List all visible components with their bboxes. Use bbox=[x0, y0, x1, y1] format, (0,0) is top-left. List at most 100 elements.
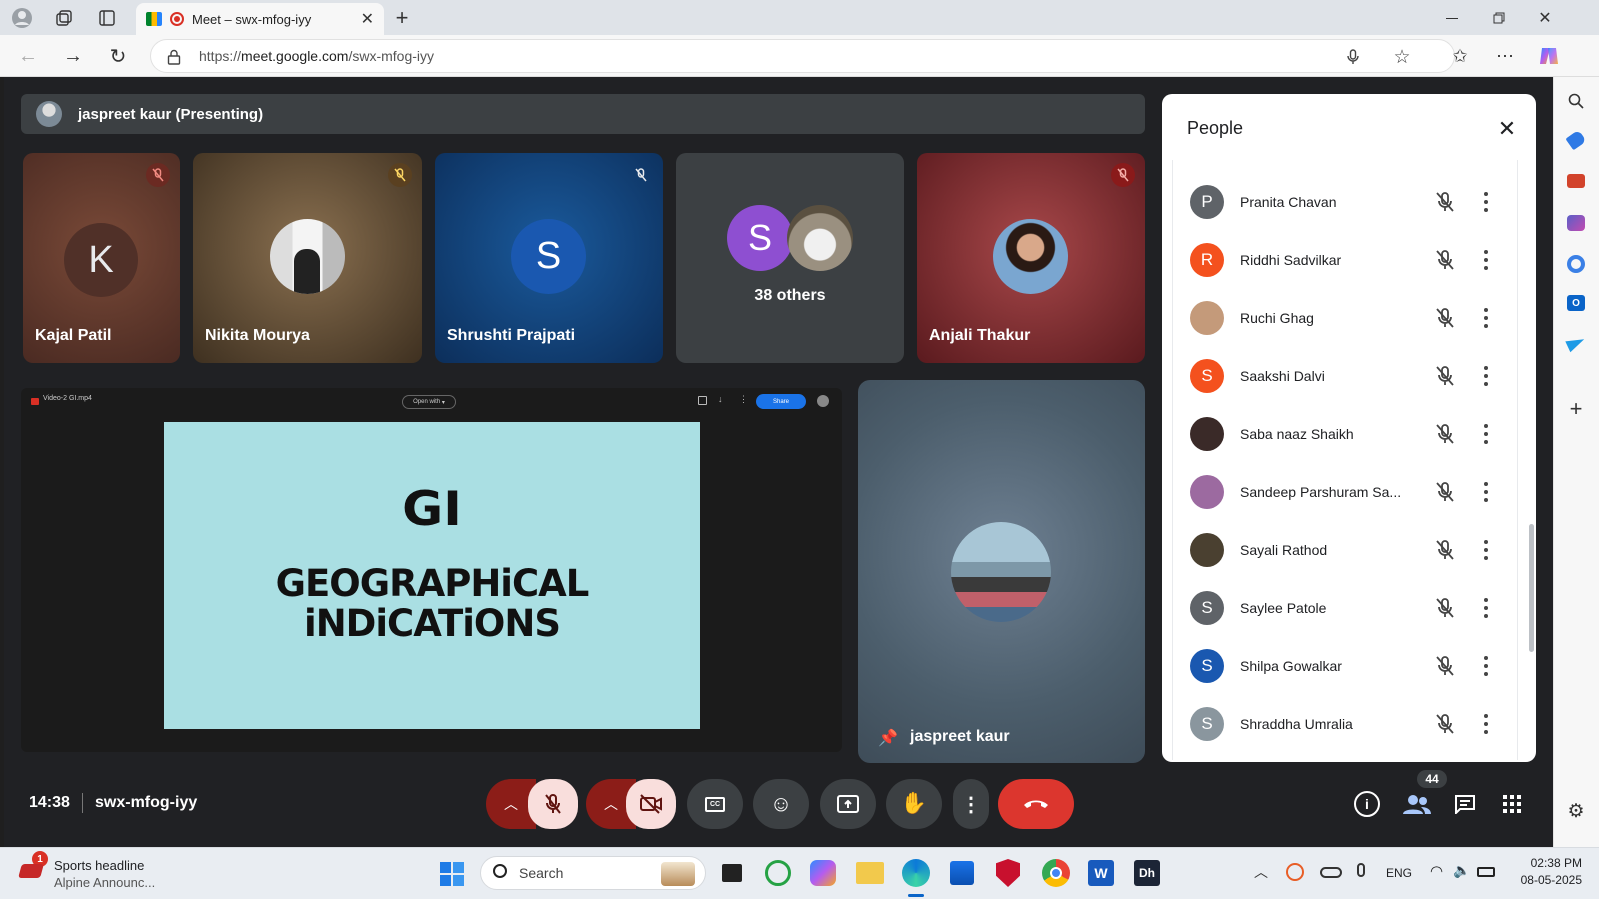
start-icon[interactable] bbox=[440, 862, 464, 886]
reload-icon[interactable]: ↻ bbox=[106, 44, 130, 68]
add-sidebar-icon[interactable]: + bbox=[1564, 396, 1588, 421]
mic-off-icon[interactable] bbox=[1433, 712, 1457, 736]
mic-off-icon[interactable] bbox=[1433, 654, 1457, 678]
meeting-info-icon[interactable]: i bbox=[1354, 791, 1380, 817]
onedrive-icon[interactable] bbox=[1320, 867, 1342, 878]
more-options-icon[interactable]: ⋯ bbox=[1493, 44, 1517, 68]
copilot-app-icon[interactable] bbox=[810, 860, 836, 886]
more-vert-icon[interactable] bbox=[1483, 192, 1489, 212]
participant-row[interactable]: S Saakshi Dalvi bbox=[1190, 354, 1510, 398]
forward-icon[interactable]: → bbox=[61, 44, 85, 68]
word-icon[interactable]: W bbox=[1088, 860, 1114, 886]
scrollbar[interactable] bbox=[1529, 524, 1534, 652]
back-icon[interactable]: ← bbox=[16, 44, 40, 68]
leave-call-button[interactable] bbox=[998, 779, 1074, 829]
close-tab-icon[interactable]: ✕ bbox=[361, 9, 374, 29]
mic-off-icon[interactable] bbox=[1433, 190, 1457, 214]
presentation-stage[interactable]: Video-2 GI.mp4 Open with ▾ ↓ ⋮ Share GI … bbox=[21, 388, 842, 752]
others-tile[interactable]: S 38 others bbox=[676, 153, 904, 363]
close-window-icon[interactable]: ✕ bbox=[1533, 6, 1557, 30]
file-explorer-icon[interactable] bbox=[856, 862, 884, 884]
favorite-star-icon[interactable]: ☆ bbox=[1391, 46, 1413, 68]
participant-tile[interactable]: Nikita Mourya bbox=[193, 153, 422, 363]
mic-off-icon[interactable] bbox=[1433, 306, 1457, 330]
favorites-icon[interactable]: ✩ bbox=[1448, 44, 1472, 68]
tools-icon[interactable] bbox=[1567, 174, 1585, 188]
more-vert-icon[interactable] bbox=[1483, 424, 1489, 444]
participant-row[interactable]: Ruchi Ghag bbox=[1190, 296, 1510, 340]
participant-row[interactable]: Saba naaz Shaikh bbox=[1190, 412, 1510, 456]
mic-off-icon[interactable] bbox=[1433, 422, 1457, 446]
restore-icon[interactable] bbox=[1487, 6, 1511, 30]
more-vert-icon[interactable] bbox=[1483, 482, 1489, 502]
more-vert-icon[interactable] bbox=[1483, 308, 1489, 328]
raise-hand-button[interactable]: ✋ bbox=[886, 779, 942, 829]
wifi-icon[interactable]: ◠ bbox=[1430, 862, 1443, 880]
mic-toggle-button[interactable] bbox=[528, 779, 578, 829]
clock-time[interactable]: 02:38 PM bbox=[1514, 856, 1582, 870]
participant-row[interactable]: S Shilpa Gowalkar bbox=[1190, 644, 1510, 688]
more-icon[interactable]: ⋮ bbox=[739, 394, 748, 405]
mic-permission-icon[interactable] bbox=[1343, 47, 1363, 67]
mic-off-icon[interactable] bbox=[1433, 538, 1457, 562]
participant-row[interactable]: P Pranita Chavan bbox=[1190, 180, 1510, 224]
volume-icon[interactable]: 🔈 bbox=[1453, 862, 1470, 879]
store-icon[interactable] bbox=[950, 861, 974, 885]
edge-icon[interactable] bbox=[902, 859, 930, 887]
whatsapp-icon[interactable] bbox=[765, 860, 791, 886]
tab-meet[interactable]: Meet – swx-mfog-iyy ✕ bbox=[136, 3, 384, 35]
activities-icon[interactable] bbox=[1503, 795, 1521, 813]
app-dh-icon[interactable]: Dh bbox=[1134, 860, 1160, 886]
more-vert-icon[interactable] bbox=[1483, 366, 1489, 386]
captions-button[interactable]: CC bbox=[687, 779, 743, 829]
participant-row[interactable]: S Saylee Patole bbox=[1190, 586, 1510, 630]
copilot-icon[interactable] bbox=[1535, 42, 1563, 70]
task-view-icon[interactable] bbox=[722, 864, 742, 882]
participant-row[interactable]: S Shraddha Umralia bbox=[1190, 702, 1510, 746]
participant-row[interactable]: Sandeep Parshuram Sa... bbox=[1190, 470, 1510, 514]
send-icon[interactable] bbox=[1565, 333, 1587, 353]
tray-chevron-icon[interactable]: ︿ bbox=[1254, 862, 1268, 882]
participant-tile[interactable]: K Kajal Patil bbox=[23, 153, 180, 363]
close-panel-icon[interactable]: ✕ bbox=[1494, 116, 1520, 142]
chrome-icon[interactable] bbox=[1042, 859, 1070, 887]
shopping-tag-icon[interactable] bbox=[1565, 129, 1587, 151]
share-button[interactable]: Share bbox=[756, 394, 806, 409]
minimize-icon[interactable] bbox=[1440, 6, 1464, 30]
clock-date[interactable]: 08-05-2025 bbox=[1510, 873, 1582, 887]
download-icon[interactable]: ↓ bbox=[718, 394, 723, 404]
pinned-tile[interactable]: 📌 jaspreet kaur bbox=[858, 380, 1145, 763]
mic-off-icon[interactable] bbox=[1433, 248, 1457, 272]
workspaces-icon[interactable] bbox=[52, 6, 76, 30]
url-input[interactable]: https://meet.google.com/swx-mfog-iyy ☆ bbox=[150, 39, 1455, 73]
mcafee-icon[interactable] bbox=[996, 859, 1020, 887]
participant-row[interactable]: R Riddhi Sadvilkar bbox=[1190, 238, 1510, 282]
camera-toggle-button[interactable] bbox=[626, 779, 676, 829]
tab-actions-icon[interactable] bbox=[95, 6, 119, 30]
profile-icon[interactable] bbox=[10, 6, 34, 30]
more-vert-icon[interactable] bbox=[1483, 714, 1489, 734]
open-with-button[interactable]: Open with ▾ bbox=[402, 395, 456, 409]
participant-tile[interactable]: Anjali Thakur bbox=[917, 153, 1145, 363]
mic-off-icon[interactable] bbox=[1433, 364, 1457, 388]
battery-icon[interactable] bbox=[1477, 867, 1495, 877]
settings-icon[interactable]: ⚙ bbox=[1564, 799, 1588, 823]
more-vert-icon[interactable] bbox=[1483, 656, 1489, 676]
more-options-button[interactable]: ⋮ bbox=[953, 779, 989, 829]
comment-icon[interactable] bbox=[698, 396, 707, 405]
more-vert-icon[interactable] bbox=[1483, 540, 1489, 560]
mic-off-icon[interactable] bbox=[1433, 596, 1457, 620]
people-apps-icon[interactable] bbox=[1567, 215, 1585, 231]
news-widget[interactable]: 1 Sports headline Alpine Announc... bbox=[18, 851, 180, 894]
pin-icon[interactable]: 📌 bbox=[878, 728, 898, 748]
sync-icon[interactable] bbox=[1286, 863, 1304, 881]
taskbar-search[interactable]: Search bbox=[480, 856, 706, 890]
more-vert-icon[interactable] bbox=[1483, 250, 1489, 270]
more-vert-icon[interactable] bbox=[1483, 598, 1489, 618]
search-icon[interactable] bbox=[1564, 89, 1588, 113]
language-indicator[interactable]: ENG bbox=[1386, 866, 1412, 880]
reactions-button[interactable]: ☺ bbox=[753, 779, 809, 829]
participant-row[interactable]: Sayali Rathod bbox=[1190, 528, 1510, 572]
participant-tile[interactable]: S Shrushti Prajpati bbox=[435, 153, 663, 363]
new-tab-icon[interactable]: + bbox=[390, 5, 414, 30]
